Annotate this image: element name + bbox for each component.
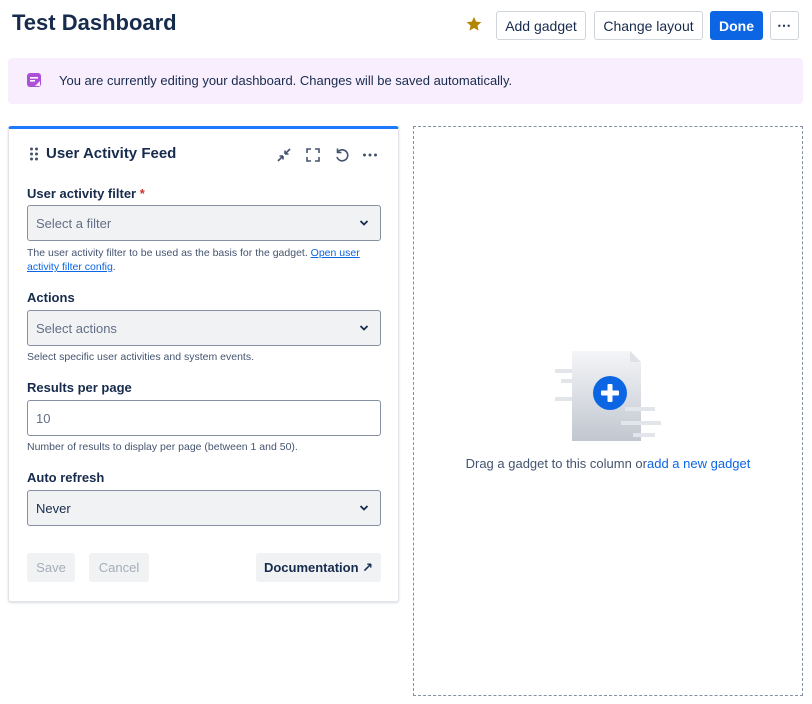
actions-select-value: Select actions	[36, 320, 117, 336]
fullscreen-icon[interactable]	[304, 146, 322, 164]
chevron-down-icon	[359, 325, 369, 331]
more-options-icon[interactable]	[361, 146, 379, 164]
add-new-gadget-link[interactable]: add a new gadget	[647, 456, 750, 471]
results-per-page-input[interactable]: 10	[27, 400, 381, 436]
dropzone-text: Drag a gadget to this column oradd a new…	[465, 456, 751, 471]
add-gadget-illustration-icon	[555, 351, 661, 441]
refresh-icon[interactable]	[333, 146, 351, 164]
minimize-icon[interactable]	[275, 146, 293, 164]
star-icon[interactable]	[465, 15, 483, 33]
actions-label: Actions	[27, 290, 75, 305]
more-actions-button[interactable]: ⋯	[770, 11, 799, 40]
editing-banner: You are currently editing your dashboard…	[8, 58, 803, 104]
save-button[interactable]: Save	[27, 553, 75, 582]
chevron-down-icon	[359, 505, 369, 511]
actions-select[interactable]: Select actions	[27, 310, 381, 346]
done-button[interactable]: Done	[710, 11, 763, 40]
required-marker: *	[139, 186, 145, 201]
user-activity-feed-gadget: User Activity Feed User activity filter …	[8, 126, 399, 602]
page-title: Test Dashboard	[12, 10, 177, 35]
filter-select[interactable]: Select a filter	[27, 205, 381, 241]
gadget-title: User Activity Feed	[46, 145, 177, 162]
add-gadget-button[interactable]: Add gadget	[496, 11, 586, 40]
chevron-down-icon	[359, 220, 369, 226]
change-layout-button[interactable]: Change layout	[594, 11, 703, 40]
results-label: Results per page	[27, 380, 132, 395]
empty-column-dropzone[interactable]: Drag a gadget to this column oradd a new…	[413, 126, 803, 696]
banner-text: You are currently editing your dashboard…	[59, 73, 513, 88]
filter-help: The user activity filter to be used as t…	[27, 247, 360, 273]
drag-handle-icon[interactable]	[29, 147, 39, 161]
results-help: Number of results to display per page (b…	[27, 441, 298, 453]
auto-refresh-label: Auto refresh	[27, 470, 105, 485]
results-value: 10	[36, 410, 51, 426]
documentation-button[interactable]: Documentation ↗	[256, 553, 381, 582]
auto-refresh-value: Never	[36, 500, 71, 516]
note-edit-icon	[27, 73, 41, 87]
filter-label: User activity filter *	[27, 186, 145, 201]
cancel-button[interactable]: Cancel	[89, 553, 149, 582]
auto-refresh-select[interactable]: Never	[27, 490, 381, 526]
actions-help: Select specific user activities and syst…	[27, 351, 255, 363]
filter-select-value: Select a filter	[36, 215, 112, 231]
